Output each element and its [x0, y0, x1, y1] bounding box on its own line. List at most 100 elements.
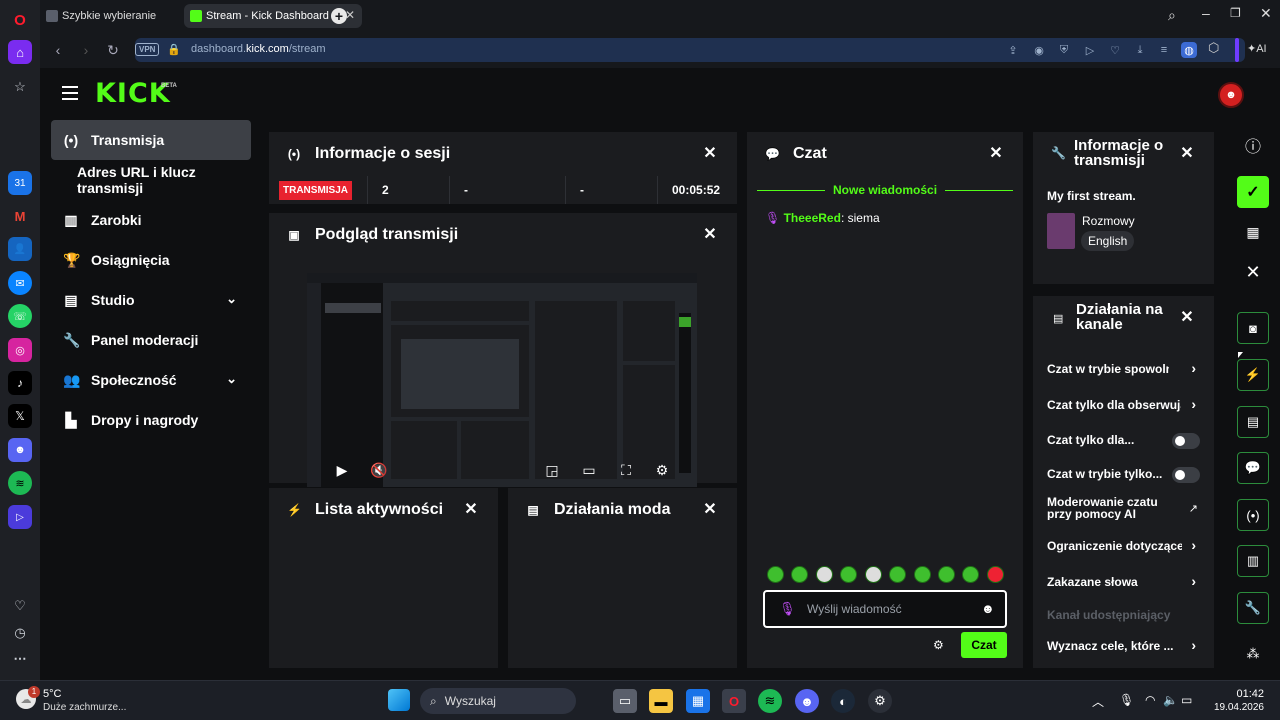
wifi-icon[interactable]: ◠: [1145, 693, 1155, 707]
download-icon[interactable]: ⤓: [1132, 42, 1148, 58]
emote-5[interactable]: [865, 566, 882, 583]
clock-date[interactable]: 19.04.2026: [1204, 702, 1264, 713]
opera-taskbar-icon[interactable]: O: [722, 689, 746, 713]
forward-icon[interactable]: ›: [76, 40, 96, 60]
tiktok-icon[interactable]: ♪: [8, 371, 32, 395]
heart-icon[interactable]: ♡: [8, 594, 32, 618]
emote-6[interactable]: [889, 566, 906, 583]
microphone-icon[interactable]: 🎙: [1119, 693, 1134, 707]
nav-mod-panel[interactable]: 🔧 Panel moderacji: [51, 320, 251, 360]
emote-8[interactable]: [938, 566, 955, 583]
chat-input[interactable]: 🎙 Wyślij wiadomość ☻: [763, 590, 1007, 628]
confirm-layout-button[interactable]: ✓: [1237, 176, 1269, 208]
x-icon[interactable]: 𝕏: [8, 404, 32, 428]
url-field[interactable]: VPN 🔒 dashboard.kick.com/stream ⇪ ◉ ⛨ ▷ …: [135, 38, 1245, 62]
nav-community[interactable]: 👥 Społeczność ⌄: [51, 360, 251, 400]
fullscreen-icon[interactable]: ⛶: [617, 461, 635, 479]
restore-icon[interactable]: ❐: [1230, 6, 1241, 20]
tray-expand-icon[interactable]: ︿: [1092, 693, 1104, 710]
discord-icon[interactable]: ☻: [8, 438, 32, 462]
toggle-switch[interactable]: [1172, 467, 1200, 483]
category-name[interactable]: Rozmowy: [1082, 214, 1135, 228]
calendar-app-icon[interactable]: 31: [8, 171, 32, 195]
back-icon[interactable]: ‹: [48, 40, 68, 60]
app-icon[interactable]: ⚙: [868, 689, 892, 713]
emote-9[interactable]: [962, 566, 979, 583]
emote-1[interactable]: [767, 566, 784, 583]
mute-icon[interactable]: 🔇: [370, 461, 388, 479]
mic-icon[interactable]: 🎙: [779, 601, 796, 617]
close-icon[interactable]: ✕: [701, 500, 719, 518]
chat-settings-icon[interactable]: ⚙: [933, 638, 944, 652]
emote-3[interactable]: [816, 566, 833, 583]
emote-4[interactable]: [840, 566, 857, 583]
battery-icon[interactable]: ▭: [1181, 693, 1192, 707]
action-followers-only[interactable]: Czat tylko dla obserwujących ›: [1033, 396, 1214, 416]
camera-icon[interactable]: ◉: [1031, 42, 1047, 58]
emote-10[interactable]: [987, 566, 1004, 583]
discord-taskbar-icon[interactable]: ☻: [795, 689, 819, 713]
instagram-icon[interactable]: ◎: [8, 338, 32, 362]
broadcast-widget-button[interactable]: (•): [1237, 499, 1269, 531]
toggle-switch[interactable]: [1172, 433, 1200, 449]
preview-video[interactable]: [307, 273, 697, 487]
chat-username[interactable]: TheeeRed: [784, 211, 841, 225]
profile-icon[interactable]: ◍: [1181, 42, 1197, 58]
send-chat-button[interactable]: Czat: [961, 632, 1007, 658]
cancel-layout-icon[interactable]: ✕: [1237, 256, 1269, 288]
close-window-icon[interactable]: ✕: [1260, 5, 1272, 22]
menu-lines-icon[interactable]: ≡: [1156, 42, 1172, 58]
close-icon[interactable]: ✕: [1178, 308, 1196, 326]
opera-logo-icon[interactable]: O: [8, 8, 32, 32]
theater-icon[interactable]: ▭: [580, 461, 598, 479]
emoji-icon[interactable]: ☻: [981, 601, 995, 616]
camera-widget-button[interactable]: ◙: [1237, 312, 1269, 344]
nav-achievements[interactable]: 🏆 Osiągnięcia: [51, 240, 251, 280]
reload-icon[interactable]: ↻: [103, 40, 123, 60]
emote-7[interactable]: [914, 566, 931, 583]
history-icon[interactable]: ◷: [8, 621, 32, 645]
kick-logo[interactable]: KICK: [95, 80, 171, 107]
mod-widget-button[interactable]: ▤: [1237, 406, 1269, 438]
steam-icon[interactable]: ◐: [831, 689, 855, 713]
ai-button[interactable]: ✦AI: [1247, 42, 1267, 55]
more-icon[interactable]: ⋯: [8, 647, 32, 671]
close-icon[interactable]: ✕: [462, 500, 480, 518]
star-icon[interactable]: ☆: [8, 75, 32, 99]
messenger-icon[interactable]: ✉: [8, 271, 32, 295]
layout-icon[interactable]: ▦: [1237, 216, 1269, 248]
more-widgets-icon[interactable]: ⁂: [1237, 638, 1269, 670]
spotify-taskbar-icon[interactable]: ≋: [758, 689, 782, 713]
settings-gear-icon[interactable]: ⚙: [653, 461, 671, 479]
shield-icon[interactable]: ⛨: [1056, 42, 1072, 58]
emote-2[interactable]: [791, 566, 808, 583]
user-avatar[interactable]: ☻: [1218, 82, 1244, 108]
nav-stream-url-key[interactable]: Adres URL i klucz transmisji: [51, 160, 251, 200]
home-icon[interactable]: ⌂: [8, 40, 32, 64]
action-restrictions[interactable]: Ograniczenie dotyczące ›: [1033, 537, 1214, 557]
spotify-icon[interactable]: ≋: [8, 471, 32, 495]
gmail-icon[interactable]: M: [8, 204, 32, 228]
action-banned-words[interactable]: Zakazane słowa ›: [1033, 573, 1214, 593]
minimize-icon[interactable]: –: [1202, 5, 1210, 21]
tab-speed-dial[interactable]: Szybkie wybieranie: [40, 4, 180, 28]
search-tabs-icon[interactable]: ⌕: [1168, 7, 1176, 24]
clock-time[interactable]: 01:42: [1208, 688, 1264, 700]
new-tab-button[interactable]: +: [331, 8, 347, 24]
nav-broadcast[interactable]: (•) Transmisja: [51, 120, 251, 160]
close-icon[interactable]: ✕: [701, 144, 719, 162]
close-icon[interactable]: ✕: [1178, 144, 1196, 162]
nav-drops[interactable]: ▙ Dropy i nagrody: [51, 400, 251, 440]
extensions-icon[interactable]: ⬡: [1208, 40, 1219, 56]
close-icon[interactable]: ✕: [701, 225, 719, 243]
task-view-icon[interactable]: ▭: [613, 689, 637, 713]
vpn-badge[interactable]: VPN: [135, 43, 160, 56]
player-icon[interactable]: ▷: [8, 505, 32, 529]
pip-icon[interactable]: ◲: [543, 461, 561, 479]
store-icon[interactable]: ▦: [686, 689, 710, 713]
action-ai-moderation[interactable]: Moderowanie czatu przy pomocy AI ↗: [1033, 494, 1214, 524]
whatsapp-icon[interactable]: ☏: [8, 304, 32, 328]
file-explorer-icon[interactable]: ▬: [649, 689, 673, 713]
activity-widget-button[interactable]: ⚡: [1237, 359, 1269, 391]
nav-studio[interactable]: ▤ Studio ⌄: [51, 280, 251, 320]
